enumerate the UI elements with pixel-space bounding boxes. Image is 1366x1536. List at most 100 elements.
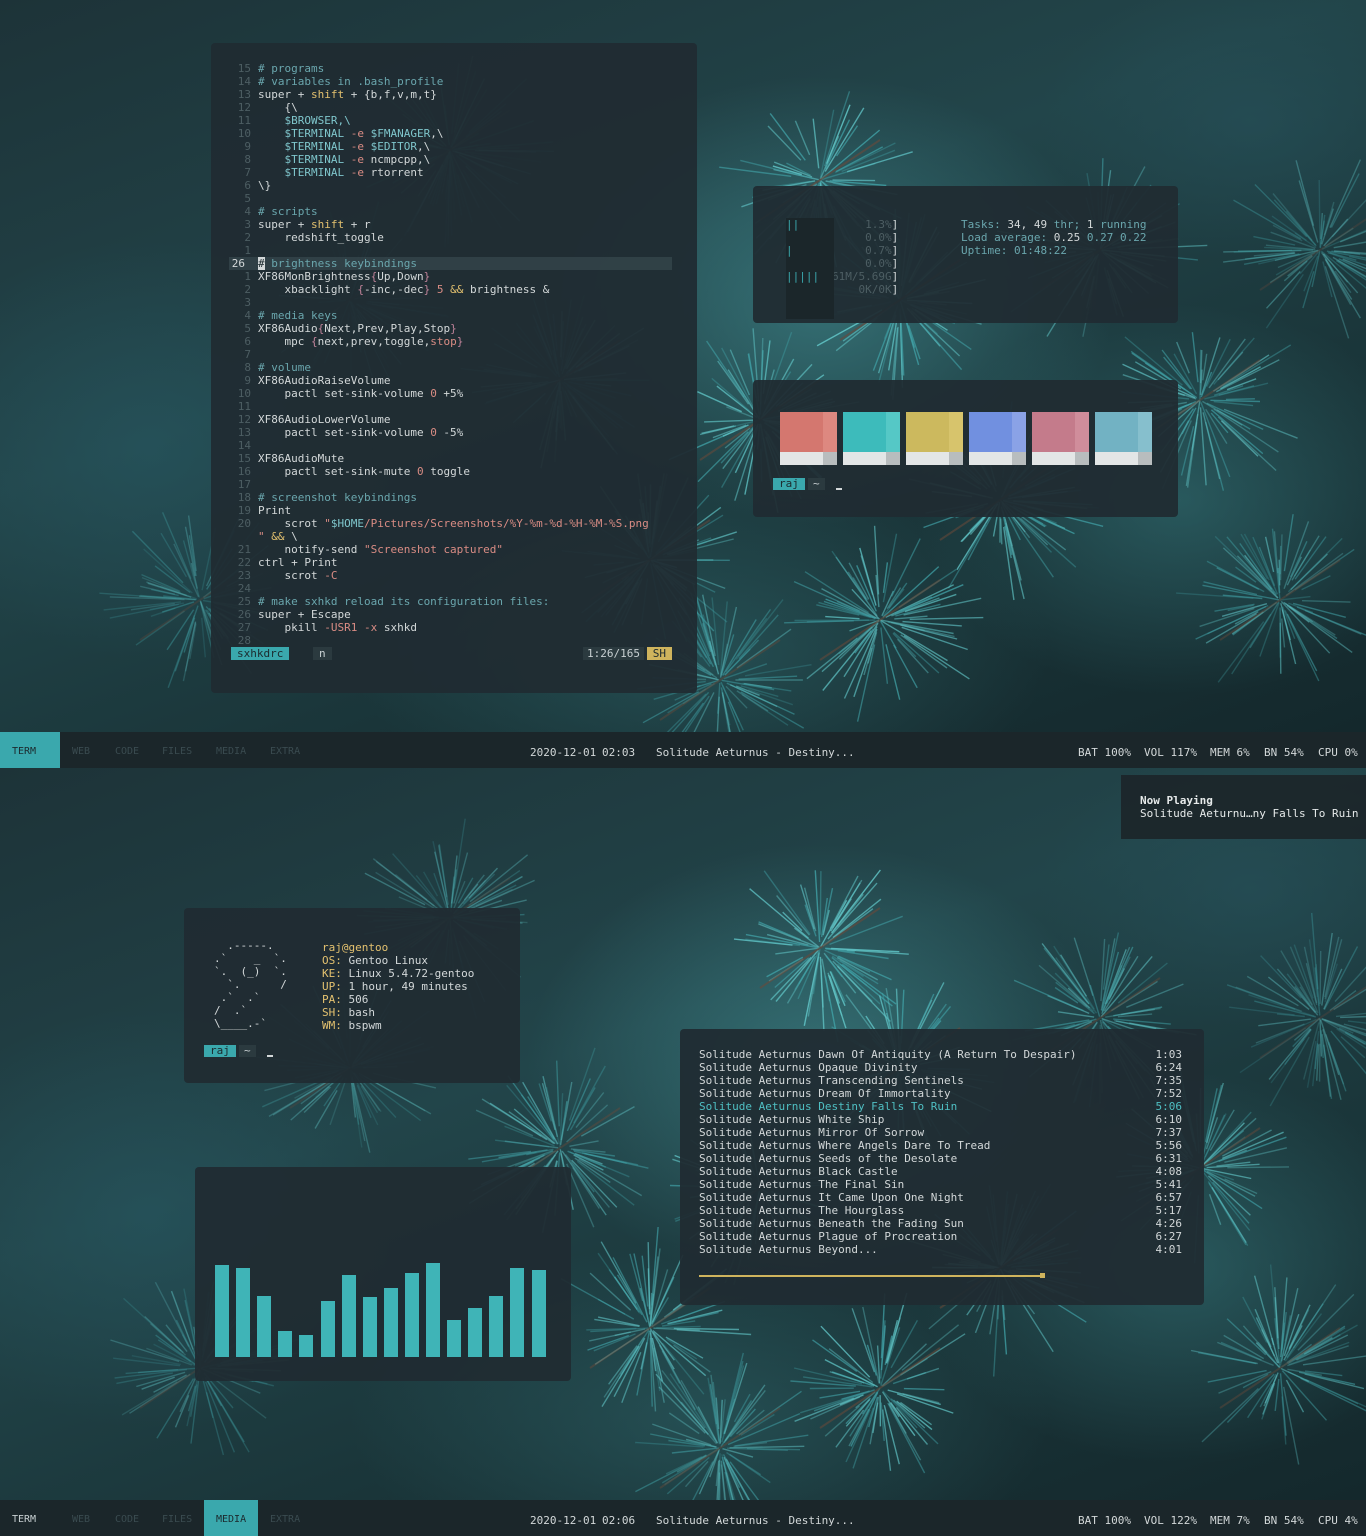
audio-visualizer [195,1167,571,1381]
bar-now-playing[interactable]: Solitude Aeturnus - Destiny... [656,732,855,774]
line-number: 17 [237,478,251,491]
code-line[interactable]: $TERMINAL -e $FMANAGER,\ [258,127,444,140]
track-title: Solitude Aeturnus Beneath the Fading Sun [699,1217,964,1230]
playlist-item[interactable]: Solitude Aeturnus Dawn Of Antiquity (A R… [699,1048,1182,1061]
workspace-media[interactable]: MEDIA [204,732,258,768]
workspace-extra[interactable]: EXTRA [258,1500,308,1536]
code-line[interactable]: $TERMINAL -e ncmpcpp,\ [258,153,431,166]
workspace-files[interactable]: FILES [150,732,204,768]
workspace-term[interactable]: TERM [0,1500,60,1536]
code-line[interactable]: xbacklight {-inc,-dec} 5 && brightness & [258,283,549,296]
code-line[interactable]: # programs [258,62,324,75]
prompt-user: raj [204,1045,236,1057]
track-duration: 6:57 [1155,1191,1183,1204]
playlist-item[interactable]: Solitude Aeturnus Transcending Sentinels… [699,1074,1182,1087]
code-line[interactable]: # brightness keybindings [258,257,417,270]
playlist-item[interactable]: Solitude Aeturnus Plague of Procreation 6… [699,1230,1182,1243]
code-line[interactable]: scrot -C [258,569,337,582]
playlist-item[interactable]: Solitude Aeturnus Where Angels Dare To T… [699,1139,1182,1152]
editor-window[interactable]: 15 # programs 14 # variables in .bash_profi… [211,43,697,693]
code-line[interactable]: # volume [258,361,311,374]
bar-volume[interactable]: VOL 117% [1144,732,1197,774]
code-line[interactable]: Print [258,504,291,517]
sysinfo-row: KE: Linux 5.4.72-gentoo [322,967,475,980]
workspace-media[interactable]: MEDIA [204,1500,258,1536]
neofetch-terminal[interactable]: .-----. .` _ `. `. (_) `. `. / .` .` / .… [184,908,520,1083]
workspace-code[interactable]: CODE [103,1500,150,1536]
line-number: 16 [237,465,251,478]
code-line[interactable]: scrot "$HOME/Pictures/Screenshots/%Y-%m-… [258,517,648,530]
line-number: 21 [237,543,251,556]
code-line[interactable]: # make sxhkd reload its configuration fi… [258,595,549,608]
track-title: Solitude Aeturnus Transcending Sentinels [699,1074,964,1087]
code-line[interactable]: pactl set-sink-mute 0 toggle [258,465,469,478]
line-number: 22 [237,556,251,569]
playlist-item[interactable]: Solitude Aeturnus It Came Upon One Night… [699,1191,1182,1204]
track-duration: 5:41 [1155,1178,1183,1191]
code-line[interactable]: $TERMINAL -e rtorrent [258,166,424,179]
code-line[interactable]: # media keys [258,309,337,322]
playlist-item[interactable]: Solitude Aeturnus Beneath the Fading Sun… [699,1217,1182,1230]
bar-now-playing[interactable]: Solitude Aeturnus - Destiny... [656,1500,855,1536]
workspace-term[interactable]: TERM [0,732,60,768]
sysinfo-row: PA: 506 [322,993,369,1006]
workspace-code[interactable]: CODE [103,732,150,768]
progress-bar[interactable] [699,1275,1043,1277]
workspace-web[interactable]: WEB [60,1500,103,1536]
htop-window[interactable]: 1[||1.3%]2[0.0%]3[|0.7%]4[0.0%]Mem[|||||… [753,186,1178,323]
bar-volume[interactable]: VOL 122% [1144,1500,1197,1536]
code-line[interactable]: super + shift + {b,f,v,m,t} [258,88,437,101]
playlist-item[interactable]: Solitude Aeturnus White Ship 6:10 [699,1113,1182,1126]
code-line[interactable]: XF86Audio{Next,Prev,Play,Stop} [258,322,457,335]
code-line[interactable]: XF86AudioRaiseVolume [258,374,390,387]
code-line[interactable]: redshift_toggle [258,231,383,244]
visualizer-bar [257,1296,272,1357]
code-line[interactable]: pkill -USR1 -x sxhkd [258,621,417,634]
playlist-item[interactable]: Solitude Aeturnus The Hourglass 5:17 [699,1204,1182,1217]
code-line[interactable]: ctrl + Print [258,556,337,569]
sysinfo-row: OS: Gentoo Linux [322,954,428,967]
code-line[interactable]: " && \ [258,530,298,543]
htop-cpu-meter: 3[|0.7%] [786,244,898,280]
code-line[interactable]: {\ [258,101,297,114]
playlist-item[interactable]: Solitude Aeturnus The Final Sin 5:41 [699,1178,1182,1191]
color-palette-terminal[interactable]: raj ~ [753,380,1178,517]
code-line[interactable]: $BROWSER,\ [258,114,350,127]
code-line[interactable]: super + shift + r [258,218,371,231]
code-line[interactable]: notify-send "Screenshot captured" [258,543,503,556]
playlist-item[interactable]: Solitude Aeturnus Mirror Of Sorrow 7:37 [699,1126,1182,1139]
playlist-item[interactable]: Solitude Aeturnus Dream Of Immortality 7:… [699,1087,1182,1100]
user-host: raj@gentoo [322,941,389,954]
color-swatch [906,412,963,465]
code-line[interactable]: XF86MonBrightness{Up,Down} [258,270,430,283]
workspace-extra[interactable]: EXTRA [258,732,308,768]
playlist-item-playing[interactable]: Solitude Aeturnus Destiny Falls To Ruin 5… [699,1100,1182,1113]
playlist-item[interactable]: Solitude Aeturnus Black Castle 4:08 [699,1165,1182,1178]
line-number: 18 [237,491,251,504]
playlist-item[interactable]: Solitude Aeturnus Seeds of the Desolate 6… [699,1152,1182,1165]
workspace-files[interactable]: FILES [150,1500,204,1536]
code-line[interactable]: # variables in .bash_profile [258,75,443,88]
playlist-item[interactable]: Solitude Aeturnus Beyond... 4:01 [699,1243,1182,1256]
code-line[interactable]: \} [258,179,271,192]
code-line[interactable]: XF86AudioLowerVolume [258,413,390,426]
visualizer-bar [447,1320,462,1357]
line-number: 9 [244,374,251,387]
line-number: 7 [244,166,251,179]
htop-cpu-meter: 1[||1.3%] [786,218,898,254]
code-line[interactable]: pactl set-sink-volume 0 +5% [258,387,463,400]
notification-popup[interactable]: Now Playing Solitude Aeturnu…ny Falls To… [1121,775,1366,839]
playlist-item[interactable]: Solitude Aeturnus Opaque Divinity 6:24 [699,1061,1182,1074]
code-line[interactable]: pactl set-sink-volume 0 -5% [258,426,463,439]
code-line[interactable]: # scripts [258,205,318,218]
code-line[interactable]: $TERMINAL -e $EDITOR,\ [258,140,431,153]
progress-handle[interactable] [1040,1273,1045,1278]
code-line[interactable]: super + Escape [258,608,351,621]
line-number: 9 [244,140,251,153]
code-line[interactable]: mpc {next,prev,toggle,stop} [258,335,463,348]
code-line[interactable]: XF86AudioMute [258,452,344,465]
music-playlist[interactable]: Solitude Aeturnus Dawn Of Antiquity (A R… [680,1029,1204,1305]
code-line[interactable]: # screenshot keybindings [258,491,417,504]
htop-load-average: Load average: 0.25 0.27 0.22 [961,231,1147,244]
workspace-web[interactable]: WEB [60,732,103,768]
